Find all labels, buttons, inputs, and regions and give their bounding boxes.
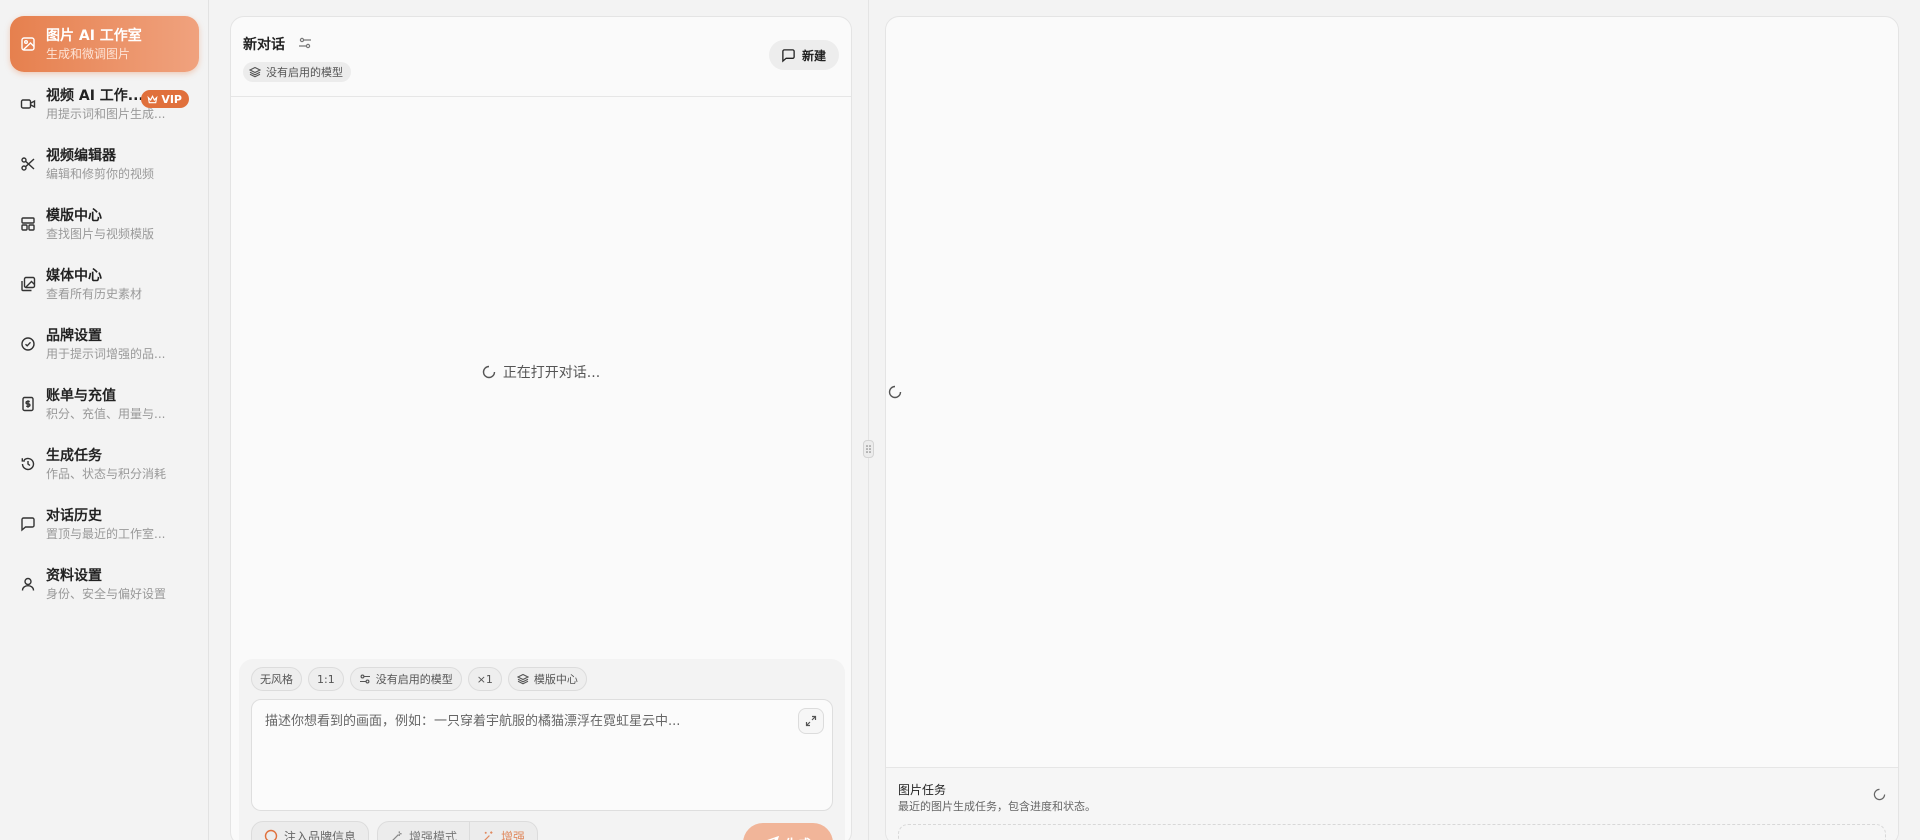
sidebar-item-profile[interactable]: 资料设置 身份、安全与偏好设置: [10, 556, 199, 612]
message-square-icon: [782, 48, 795, 63]
templates-pill[interactable]: 模版中心: [507, 667, 587, 691]
prompt-input[interactable]: [252, 700, 832, 810]
sidebar-item-subtitle: 积分、充值、用量与...: [46, 406, 166, 421]
preview-panel: 图片任务 最近的图片生成任务，包含进度和状态。: [885, 16, 1899, 840]
sidebar-item-subtitle: 生成和微调图片: [46, 46, 131, 61]
sidebar-item-title: 视频编辑器: [46, 147, 116, 164]
sidebar-item-title: 生成任务: [46, 447, 102, 464]
sidebar-item-title: 对话历史: [46, 507, 102, 524]
user-icon: [20, 576, 36, 592]
chat-title: 新对话: [243, 37, 285, 53]
image-icon: [20, 36, 36, 52]
new-chat-label: 新建: [801, 48, 826, 63]
wand-icon: [391, 830, 402, 840]
grip-vertical-icon: [866, 445, 871, 453]
new-chat-button[interactable]: 新建: [768, 40, 839, 70]
generate-label: 生成: [785, 834, 811, 840]
sidebar-item-tasks[interactable]: 生成任务 作品、状态与积分消耗: [10, 436, 199, 492]
ratio-pill[interactable]: 1:1: [308, 667, 344, 691]
sidebar-item-title: 图片 AI 工作室: [46, 27, 142, 44]
sidebar-item-subtitle: 置顶与最近的工作室...: [46, 526, 166, 541]
layers-icon: [249, 66, 261, 78]
expand-icon: [805, 715, 817, 727]
sidebar-item-video-editor[interactable]: 视频编辑器 编辑和修剪你的视频: [10, 136, 199, 192]
model-chip[interactable]: 没有启用的模型: [243, 62, 351, 82]
sidebar: 图片 AI 工作室 生成和微调图片 视频 AI 工作... 用提示词和图片生成.…: [0, 0, 209, 840]
sparkles-icon: [483, 830, 493, 840]
settings-sliders-icon[interactable]: [298, 36, 312, 50]
chat-panel: 新对话 没有启用的模型 新建 正在打开对话... 无风格 1:1 没有启用的模型…: [230, 16, 852, 840]
loading-text: 正在打开对话...: [502, 365, 601, 381]
sidebar-item-subtitle: 作品、状态与积分消耗: [46, 466, 167, 481]
expand-button[interactable]: [798, 708, 824, 734]
image-tasks-section: 图片任务 最近的图片生成任务，包含进度和状态。: [886, 767, 1898, 840]
sidebar-item-subtitle: 身份、安全与偏好设置: [46, 586, 167, 601]
sidebar-item-billing[interactable]: 账单与充值 积分、充值、用量与...: [10, 376, 199, 432]
sidebar-item-media[interactable]: 媒体中心 查看所有历史素材: [10, 256, 199, 312]
style-pill[interactable]: 无风格: [251, 667, 302, 691]
sidebar-item-subtitle: 用于提示词增强的品...: [46, 346, 166, 361]
image-tasks-subtitle: 最近的图片生成任务，包含进度和状态。: [898, 800, 1096, 813]
settings-sliders-icon: [359, 674, 370, 684]
sidebar-item-subtitle: 查找图片与视频模版: [46, 226, 155, 241]
tool-row: 注入品牌信息 增强模式 增强: [251, 821, 539, 840]
spinner-icon: [888, 385, 902, 399]
templates-pill-label: 模版中心: [533, 673, 578, 686]
loading-indicator: 正在打开对话...: [231, 362, 851, 382]
badge-check-icon: [20, 336, 36, 352]
image-tasks-title: 图片任务: [898, 783, 947, 797]
chat-header: 新对话 没有启用的模型 新建: [231, 17, 851, 97]
sidebar-item-brand[interactable]: 品牌设置 用于提示词增强的品...: [10, 316, 199, 372]
sidebar-item-subtitle: 用提示词和图片生成...: [46, 106, 166, 121]
history-icon: [20, 456, 36, 472]
spinner-icon: [1873, 788, 1886, 801]
model-pill-label: 没有启用的模型: [375, 673, 453, 686]
generate-button[interactable]: 生成: [743, 823, 833, 840]
circle-icon: [264, 829, 278, 840]
send-icon: [767, 836, 779, 840]
scissors-icon: [20, 156, 36, 172]
sidebar-item-title: 媒体中心: [46, 267, 102, 284]
sidebar-item-title: 品牌设置: [46, 327, 102, 344]
layout-template-icon: [20, 216, 36, 232]
enhance-mode-label: 增强模式: [409, 829, 458, 840]
sidebar-item-templates[interactable]: 模版中心 查找图片与视频模版: [10, 196, 199, 252]
sidebar-item-title: 资料设置: [46, 567, 102, 584]
brand-inject-label: 注入品牌信息: [284, 829, 357, 840]
brand-inject-button[interactable]: 注入品牌信息: [251, 821, 370, 840]
sidebar-item-video-studio[interactable]: 视频 AI 工作... 用提示词和图片生成... VIP: [10, 76, 199, 132]
spinner-icon: [482, 365, 496, 379]
model-pill[interactable]: 没有启用的模型: [349, 667, 462, 691]
receipt-dollar-icon: [20, 396, 36, 412]
composer: 无风格 1:1 没有启用的模型 ×1 模版中心 注入品牌信息: [239, 659, 845, 840]
images-icon: [20, 276, 36, 292]
sidebar-item-title: 账单与充值: [46, 387, 116, 404]
image-tasks-list: [898, 824, 1886, 840]
option-pills: 无风格 1:1 没有启用的模型 ×1 模版中心: [251, 667, 587, 691]
panel-divider: [868, 0, 869, 840]
vip-badge-label: VIP: [161, 92, 182, 106]
prompt-box: [251, 699, 833, 811]
sidebar-item-title: 模版中心: [46, 207, 102, 224]
crown-icon: [147, 94, 158, 103]
vip-badge: VIP: [141, 90, 189, 108]
layers-icon: [516, 673, 529, 685]
enhance-button[interactable]: 增强: [469, 822, 537, 840]
sidebar-item-chat-history[interactable]: 对话历史 置顶与最近的工作室...: [10, 496, 199, 552]
video-camera-icon: [20, 96, 36, 112]
message-square-icon: [20, 516, 36, 532]
enhance-mode-button[interactable]: 增强模式: [378, 822, 469, 840]
sidebar-item-image-studio[interactable]: 图片 AI 工作室 生成和微调图片: [10, 16, 199, 72]
count-pill[interactable]: ×1: [467, 667, 502, 691]
sidebar-item-subtitle: 查看所有历史素材: [46, 286, 143, 301]
model-chip-label: 没有启用的模型: [266, 66, 343, 79]
enhance-group: 增强模式 增强: [377, 821, 539, 840]
resize-handle[interactable]: [863, 440, 874, 458]
sidebar-item-subtitle: 编辑和修剪你的视频: [46, 166, 155, 181]
enhance-label: 增强: [501, 829, 526, 840]
